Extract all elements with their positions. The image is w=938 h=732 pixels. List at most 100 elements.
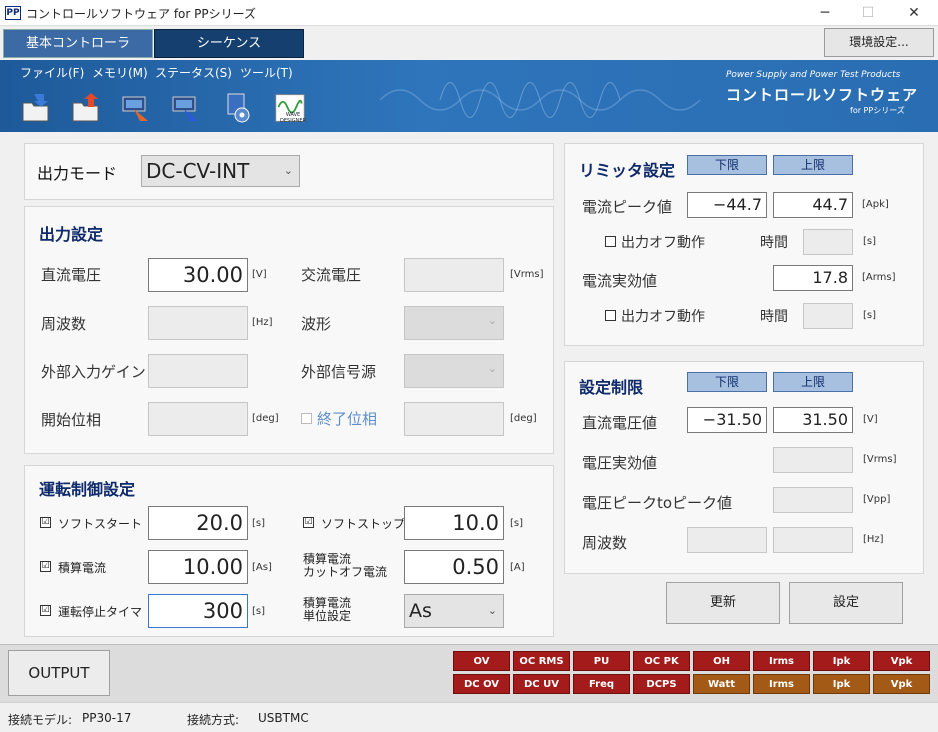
open-folder-icon[interactable]: [20, 91, 52, 125]
peak-current-upper-input[interactable]: 44.7: [773, 192, 853, 218]
chevron-down-icon: ⌄: [487, 314, 497, 327]
ac-voltage-unit: [Vrms]: [510, 269, 544, 280]
dc-voltage-limit-label: 直流電圧値: [582, 414, 658, 432]
menu-file[interactable]: ファイル(F): [20, 64, 84, 81]
set-button[interactable]: 設定: [789, 582, 903, 624]
ac-voltage-input: [404, 258, 504, 292]
output-off1-time-input: [803, 229, 853, 255]
app-icon: PP: [5, 6, 21, 20]
device-settings-icon[interactable]: [222, 91, 254, 125]
update-button[interactable]: 更新: [666, 582, 780, 624]
stop-timer-label: 運転停止タイマ: [58, 605, 143, 619]
output-off2-time-input: [803, 303, 853, 329]
limiter-upper-header: 上限: [773, 155, 853, 175]
model-value: PP30-17: [82, 711, 132, 725]
maximize-button[interactable]: ☐: [858, 4, 878, 22]
setting-limit-lower-header: 下限: [687, 372, 767, 392]
dc-voltage-limit-unit: [V]: [863, 414, 878, 425]
unit-setting-select[interactable]: As ⌄: [404, 594, 504, 628]
dc-voltage-upper-input[interactable]: 31.50: [773, 407, 853, 433]
output-off1-unit: [s]: [863, 236, 877, 247]
rms-current-input[interactable]: 17.8: [773, 265, 853, 291]
peak-current-lower-input[interactable]: −44.7: [687, 192, 767, 218]
cutoff-current-label: 積算電流 カットオフ電流: [303, 553, 387, 579]
output-off2-label: 出力オフ動作: [621, 309, 705, 325]
unit-setting-label: 積算電流 単位設定: [303, 597, 351, 623]
environment-settings-button[interactable]: 環境設定...: [824, 28, 934, 57]
save-folder-icon[interactable]: [70, 91, 102, 125]
output-off1-checkbox[interactable]: [605, 236, 616, 247]
indicator-irms: Irms: [753, 651, 810, 671]
unit-setting-value: As: [409, 600, 432, 622]
indicator-grid: OV OC RMS PU OC PK OH Irms Ipk Vpk DC OV…: [453, 649, 935, 697]
dc-voltage-unit: [V]: [252, 269, 267, 280]
ext-gain-label: 外部入力ゲイン: [41, 363, 146, 381]
banner: ファイル(F) メモリ(M) ステータス(S) ツール(T) WAVE DESI…: [0, 60, 938, 132]
indicator-freq: Freq: [573, 674, 630, 694]
menu-tools[interactable]: ツール(T): [240, 64, 293, 81]
output-off2-checkbox[interactable]: [605, 310, 616, 321]
indicator-oc-pk: OC PK: [633, 651, 690, 671]
soft-stop-input[interactable]: 10.0: [404, 506, 504, 540]
setting-limit-panel: 設定制限 下限 上限 直流電圧値 −31.50 31.50 [V] 電圧実効値 …: [564, 361, 924, 574]
tab-bar: 基本コントローラ シーケンス 環境設定...: [0, 26, 938, 60]
indicator-vpk-limit: Vpk: [873, 674, 930, 694]
indicator-ipk: Ipk: [813, 651, 870, 671]
integ-current-input[interactable]: 10.00: [148, 550, 248, 584]
end-phase-checkbox: [301, 413, 312, 424]
output-mode-value: DC-CV-INT: [146, 159, 250, 183]
output-mode-select[interactable]: DC-CV-INT ⌄: [141, 155, 300, 187]
integ-current-checkbox[interactable]: ☑: [40, 561, 51, 572]
title-bar: PP コントロールソフトウェア for PPシリーズ ─ ☐ ✕: [0, 0, 938, 26]
ext-gain-input: [148, 354, 248, 388]
dc-voltage-input[interactable]: 30.00: [148, 258, 248, 292]
pp-voltage-label: 電圧ピークtoピーク値: [582, 494, 733, 512]
soft-stop-unit: [s]: [510, 518, 524, 529]
output-off1-time-label: 時間: [760, 235, 788, 251]
indicator-oc-rms: OC RMS: [513, 651, 570, 671]
brand-tagline: Power Supply and Power Test Products: [726, 70, 901, 80]
soft-start-checkbox[interactable]: ☑: [40, 517, 51, 528]
minimize-button[interactable]: ─: [815, 4, 835, 22]
indicator-dc-ov: DC OV: [453, 674, 510, 694]
waveform-label: 波形: [301, 315, 332, 333]
peak-current-label: 電流ピーク値: [582, 198, 673, 216]
ext-source-label: 外部信号源: [301, 363, 377, 381]
output-settings-panel: 出力設定 直流電圧 30.00 [V] 交流電圧 [Vrms] 周波数 [Hz]…: [24, 206, 554, 454]
wave-designer-label: WAVE DESIGNER: [280, 112, 306, 124]
stop-timer-checkbox[interactable]: ☑: [40, 605, 51, 616]
integ-current-label: 積算電流: [58, 561, 107, 575]
soft-start-input[interactable]: 20.0: [148, 506, 248, 540]
end-phase-unit: [deg]: [510, 413, 537, 424]
integ-current-unit: [As]: [252, 562, 272, 573]
frequency-lower-input: [687, 527, 767, 553]
tab-basic-controller[interactable]: 基本コントローラ: [3, 29, 153, 58]
start-phase-input: [148, 402, 248, 436]
close-button[interactable]: ✕: [904, 4, 924, 22]
output-mode-label: 出力モード: [37, 164, 118, 183]
pp-voltage-unit: [Vpp]: [863, 494, 891, 505]
window-title: コントロールソフトウェア for PPシリーズ: [26, 7, 257, 21]
indicator-irms-limit: Irms: [753, 674, 810, 694]
connection-value: USBTMC: [258, 711, 309, 725]
read-memory-icon[interactable]: [120, 91, 152, 125]
setting-limit-upper-header: 上限: [773, 372, 853, 392]
brand-subtitle: for PPシリーズ: [850, 106, 905, 115]
indicator-dcps: DCPS: [633, 674, 690, 694]
output-off1-label: 出力オフ動作: [621, 235, 705, 251]
cutoff-current-input[interactable]: 0.50: [404, 550, 504, 584]
setting-limit-title: 設定制限: [579, 378, 644, 397]
menu-memory[interactable]: メモリ(M): [92, 64, 148, 81]
output-strip: OUTPUT OV OC RMS PU OC PK OH Irms Ipk Vp…: [0, 644, 938, 702]
output-button[interactable]: OUTPUT: [8, 650, 110, 696]
stop-timer-input[interactable]: 300: [148, 594, 248, 628]
dc-voltage-lower-input[interactable]: −31.50: [687, 407, 767, 433]
indicator-watt: Watt: [693, 674, 750, 694]
chevron-down-icon: ⌄: [283, 164, 293, 177]
write-memory-icon[interactable]: [170, 91, 202, 125]
output-off2-time-label: 時間: [760, 309, 788, 325]
end-phase-label: 終了位相: [317, 410, 378, 428]
menu-status[interactable]: ステータス(S): [155, 64, 232, 81]
soft-stop-checkbox[interactable]: ☑: [303, 517, 314, 528]
tab-sequence[interactable]: シーケンス: [154, 29, 304, 58]
